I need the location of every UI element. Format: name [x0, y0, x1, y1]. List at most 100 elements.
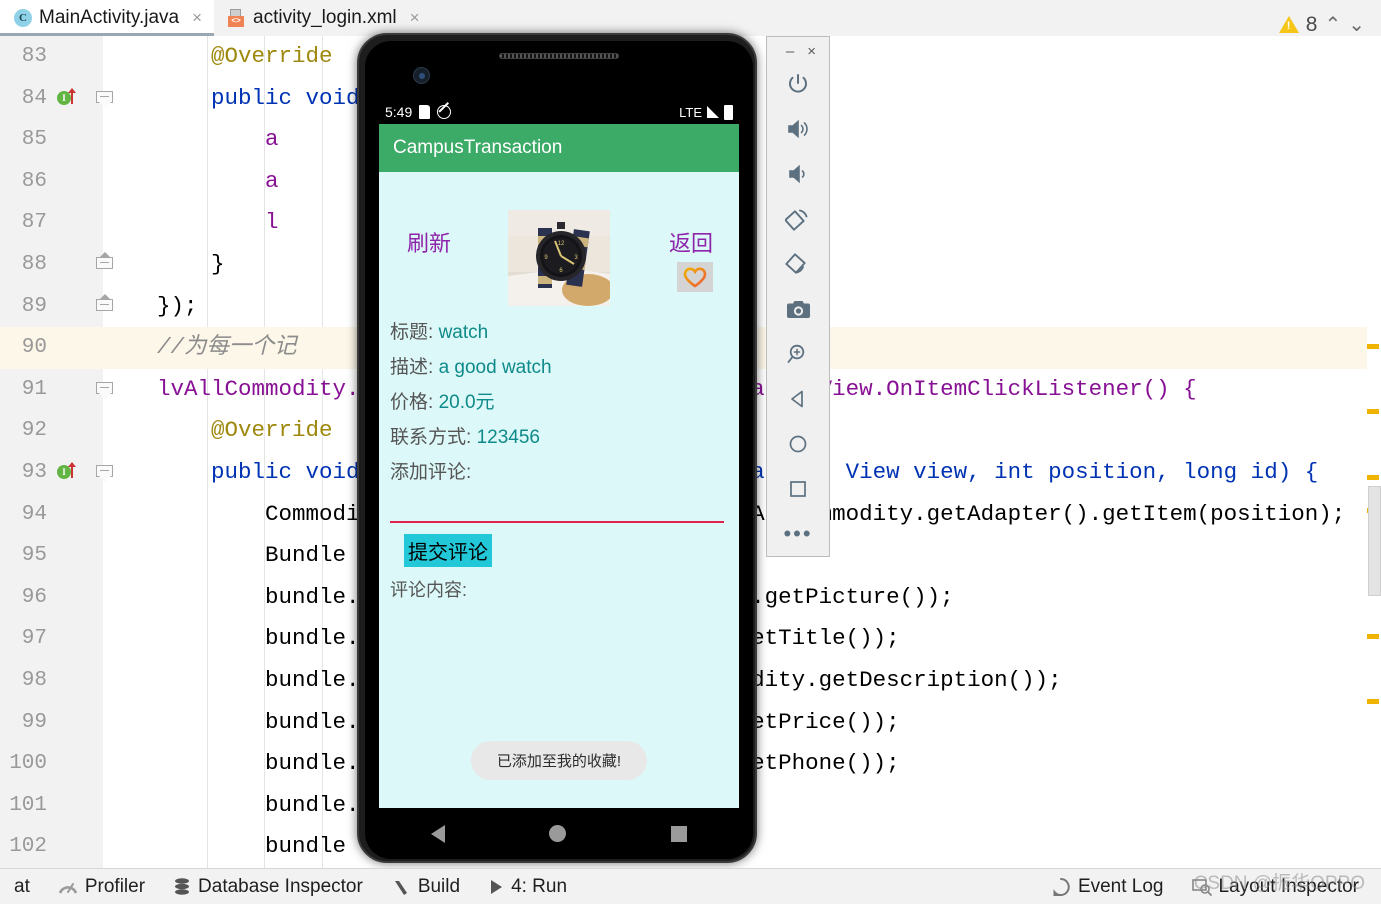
field-label: 联系方式: [390, 427, 477, 448]
gutter-line-95[interactable]: 95 [0, 535, 103, 577]
line-number: 100 [9, 752, 47, 776]
layout-inspector-icon [1191, 878, 1212, 896]
volume-down-icon[interactable] [782, 157, 814, 191]
more-options-icon[interactable]: ••• [782, 517, 814, 551]
rotate-left-icon[interactable] [782, 202, 814, 236]
submit-comment-button[interactable]: 提交评论 [404, 534, 492, 567]
field-value: 20.0元 [438, 392, 495, 413]
android-emulator-window[interactable]: 5:49 LTE CampusTransaction 刷新 12 3 6 9 返… [357, 33, 757, 865]
warning-marker[interactable] [1367, 634, 1379, 639]
status-label: Layout Inspector [1218, 875, 1359, 897]
back-button[interactable]: 返回 [669, 226, 713, 258]
run-gutter-icon[interactable]: I [57, 87, 76, 106]
volume-up-icon[interactable] [782, 112, 814, 146]
line-number: 92 [21, 419, 47, 443]
gutter-line-86[interactable]: 86 [0, 161, 103, 203]
home-circle-icon[interactable] [549, 825, 567, 842]
phone-screen[interactable]: 5:49 LTE CampusTransaction 刷新 12 3 6 9 返… [365, 41, 753, 859]
gutter-line-88[interactable]: 88 [0, 244, 113, 286]
inspection-status[interactable]: 8 ⌃ ⌄ [1278, 12, 1365, 37]
close-icon[interactable]: × [807, 43, 816, 60]
field-label: 标题: [390, 322, 439, 343]
gutter-line-98[interactable]: 98 [0, 660, 103, 702]
gutter-line-97[interactable]: 97 [0, 618, 103, 660]
prev-problem-icon[interactable]: ⌃ [1324, 12, 1341, 37]
back-nav-icon[interactable] [782, 382, 814, 416]
detail-field-4: 添加评论: [390, 455, 735, 490]
gutter-line-96[interactable]: 96 [0, 577, 103, 619]
zoom-in-icon[interactable] [782, 337, 814, 371]
tab-activity-login-xml[interactable]: <> activity_login.xml × [214, 0, 432, 36]
gutter-line-84[interactable]: 84 I [0, 78, 113, 120]
gutter-line-94[interactable]: 94 [0, 494, 103, 536]
gutter-line-85[interactable]: 85 [0, 119, 103, 161]
tab-label: MainActivity.java [39, 7, 180, 28]
status-label: Database Inspector [198, 875, 363, 897]
app-title: CampusTransaction [393, 137, 563, 158]
ide-status-bar[interactable]: at Profiler Database Inspector Build 4: … [0, 868, 1381, 904]
status-item-database-inspector[interactable]: Database Inspector [159, 876, 377, 898]
home-nav-icon[interactable] [782, 427, 814, 461]
status-item-layout-inspector[interactable]: Layout Inspector [1178, 876, 1373, 898]
minimize-icon[interactable]: – [786, 43, 794, 60]
back-triangle-icon[interactable] [431, 824, 446, 843]
gutter-line-100[interactable]: 100 [0, 743, 103, 785]
gutter-line-87[interactable]: 87 [0, 202, 103, 244]
tab-label: activity_login.xml [253, 7, 397, 28]
gutter-line-99[interactable]: 99 [0, 702, 103, 744]
code-text: @Override [103, 417, 333, 444]
gutter-line-102[interactable]: 102 [0, 826, 103, 868]
gutter-line-89[interactable]: 89 [0, 286, 113, 328]
line-number: 86 [21, 169, 47, 193]
line-number: 94 [21, 502, 47, 526]
status-item-at[interactable]: at [0, 876, 44, 898]
android-navigation-bar[interactable] [379, 808, 739, 859]
profiler-icon [58, 882, 78, 894]
refresh-button[interactable]: 刷新 [407, 226, 451, 258]
detail-field-1: 描述: a good watch [390, 350, 735, 385]
next-problem-icon[interactable]: ⌄ [1348, 12, 1365, 37]
warning-marker[interactable] [1367, 344, 1379, 349]
emulator-toolbar[interactable]: – × ••• [766, 36, 830, 557]
status-item-build[interactable]: Build [377, 876, 474, 898]
field-label: 价格: [390, 392, 439, 413]
warning-marker[interactable] [1367, 699, 1379, 704]
warning-marker[interactable] [1367, 475, 1379, 480]
line-number: 88 [21, 252, 47, 276]
editor-gutter[interactable]: 83 84 I 85 86 87 88 89 90 91 92 93 I 94 95 96 97 98 99 100 1… [0, 36, 113, 868]
gutter-line-93[interactable]: 93 I [0, 452, 113, 494]
recents-square-icon[interactable] [670, 825, 687, 842]
status-item-profiler[interactable]: Profiler [44, 876, 159, 898]
rotate-right-icon[interactable] [782, 247, 814, 281]
gutter-line-92[interactable]: 92 [0, 410, 103, 452]
editor-marker-bar[interactable] [1367, 36, 1381, 868]
svg-text:12: 12 [558, 241, 565, 247]
gutter-line-90[interactable]: 90 [0, 327, 103, 369]
favorite-button[interactable] [677, 262, 713, 292]
event-log-icon [1053, 877, 1070, 896]
warning-marker[interactable] [1367, 409, 1379, 414]
overview-square-icon[interactable] [782, 472, 814, 506]
status-item-run[interactable]: 4: Run [474, 876, 581, 898]
power-icon[interactable] [782, 67, 814, 101]
network-label: LTE [679, 104, 702, 120]
status-label: Event Log [1077, 875, 1164, 897]
close-icon[interactable]: × [192, 8, 202, 28]
gutter-line-101[interactable]: 101 [0, 785, 103, 827]
field-label: 描述: [390, 357, 439, 378]
database-icon [175, 877, 190, 895]
gutter-line-83[interactable]: 83 [0, 36, 103, 78]
run-gutter-icon[interactable]: I [57, 461, 76, 480]
line-number: 89 [21, 294, 47, 318]
editor-scrollbar-thumb[interactable] [1368, 486, 1381, 596]
status-item-event-log[interactable]: Event Log [1037, 876, 1178, 898]
gutter-line-91[interactable]: 91 [0, 369, 113, 411]
tab-mainactivity-java[interactable]: C MainActivity.java × [0, 0, 215, 36]
app-content[interactable]: 刷新 12 3 6 9 返回 标题: watch 描述: a good watc… [379, 172, 739, 808]
top-controls-row: 刷新 12 3 6 9 返回 [379, 172, 739, 306]
close-icon[interactable]: × [410, 8, 420, 28]
line-number: 91 [21, 377, 47, 401]
status-label: 4: Run [511, 875, 568, 897]
product-image[interactable]: 12 3 6 9 [508, 210, 610, 306]
screenshot-camera-icon[interactable] [782, 292, 814, 326]
